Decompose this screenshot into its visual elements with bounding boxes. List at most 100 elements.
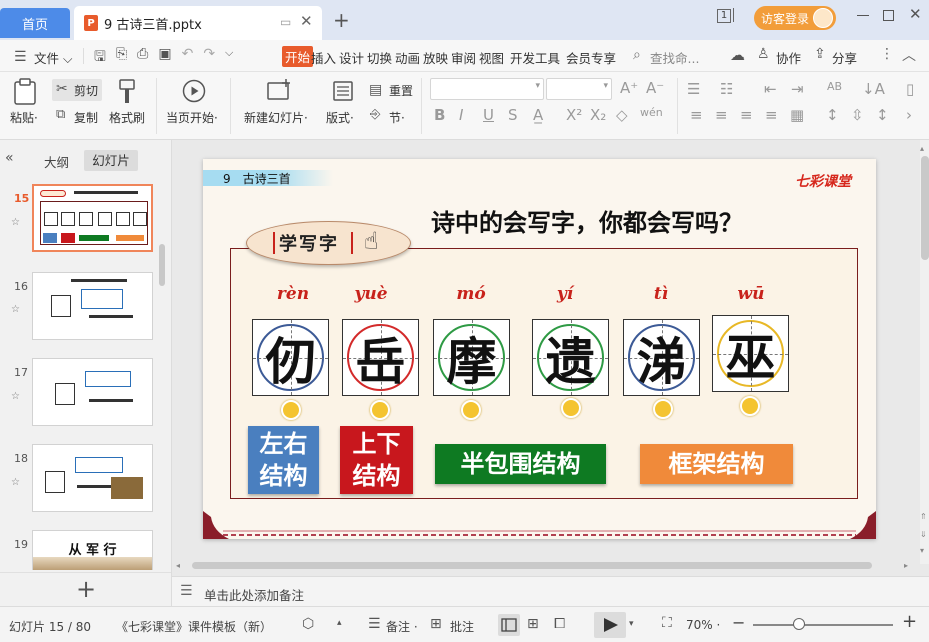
tab-home[interactable]: 首页 <box>0 8 70 38</box>
play-from-current-icon[interactable] <box>182 79 206 103</box>
menu-design[interactable]: 设计 <box>339 48 364 67</box>
customize-icon[interactable]: ⌵ <box>225 46 233 70</box>
more-icon[interactable]: ⋮ <box>880 46 894 62</box>
undo-icon[interactable]: ↶ <box>182 46 194 70</box>
panel-scrollbar[interactable] <box>159 244 165 286</box>
bullets-icon[interactable]: ☰ <box>687 80 700 98</box>
redo-icon[interactable]: ↷ <box>203 46 215 70</box>
template-name[interactable]: 《七彩课堂》课件模板（新） <box>116 618 272 635</box>
minimize-icon[interactable] <box>857 15 869 16</box>
coin-icon[interactable] <box>740 396 760 416</box>
coin-icon[interactable] <box>370 400 390 420</box>
font-color-icon[interactable]: A̲ <box>533 106 543 124</box>
numbering-icon[interactable]: ☷ <box>720 80 733 98</box>
login-button[interactable]: 访客登录 <box>754 6 836 30</box>
search-command[interactable]: 查找命... <box>650 48 699 67</box>
spacing-options-icon[interactable]: ↕ <box>876 106 889 124</box>
distribute-icon[interactable]: ▦ <box>790 106 804 124</box>
menu-file[interactable]: 文件 ⌵ <box>34 48 72 67</box>
add-slide-button[interactable]: + <box>76 575 96 603</box>
italic-icon[interactable]: I <box>459 106 463 124</box>
coin-icon[interactable] <box>561 398 581 418</box>
layout-icon[interactable] <box>332 80 354 102</box>
align-left-icon[interactable]: ≡ <box>690 106 703 124</box>
new-slide-button[interactable]: 新建幻灯片· <box>244 109 308 126</box>
sort-icon[interactable]: ↓A <box>862 80 885 98</box>
copy-button[interactable]: 复制 <box>74 109 98 126</box>
scroll-down-icon[interactable]: ▾ <box>920 546 924 555</box>
caret-up-icon[interactable]: ▴ <box>337 618 342 628</box>
reading-view-icon[interactable]: ⧠ <box>554 616 565 632</box>
paragraph-spacing-icon[interactable]: ⇳ <box>851 106 864 124</box>
notes-toggle-button[interactable]: 备注 · <box>386 618 418 635</box>
slide-thumbnail-18[interactable] <box>32 444 153 512</box>
bold-icon[interactable]: B <box>434 106 445 124</box>
comment-button[interactable]: 批注 <box>450 618 474 635</box>
search-icon[interactable]: ⌕ <box>633 47 641 63</box>
slide[interactable]: 9 古诗三首 七彩课堂 学写字 ☝ 诗中的会写字，你都会写吗？ rèn yuè … <box>203 159 876 539</box>
zoom-level[interactable]: 70% · <box>686 618 720 632</box>
collab-button[interactable]: 协作 <box>776 48 801 67</box>
collapse-ribbon-icon[interactable]: ︿ <box>902 45 916 65</box>
layout-button[interactable]: 版式· <box>326 109 354 126</box>
cloud-icon[interactable]: ☁ <box>730 46 745 64</box>
pin-window-icon[interactable]: ▭ <box>280 15 291 29</box>
play-slideshow-button[interactable] <box>594 612 626 638</box>
cut-button[interactable]: ✂ 剪切 <box>52 79 102 101</box>
coin-icon[interactable] <box>281 400 301 420</box>
decrease-font-icon[interactable]: A⁻ <box>646 79 664 97</box>
menu-insert[interactable]: 插入 <box>311 48 336 67</box>
font-size-select[interactable]: ▾ <box>546 78 612 100</box>
sorter-view-icon[interactable]: ⊞ <box>527 616 539 632</box>
slide-thumbnail-17[interactable] <box>32 358 153 426</box>
collapse-panel-icon[interactable]: « <box>5 150 14 166</box>
format-painter-button[interactable]: 格式刷 <box>109 109 145 126</box>
slide-thumbnail-15[interactable] <box>32 184 153 252</box>
line-spacing-icon[interactable]: ↕ <box>826 106 839 124</box>
align-center-icon[interactable]: ≡ <box>715 106 728 124</box>
zoom-in-icon[interactable]: + <box>902 611 917 632</box>
play-options-icon[interactable]: ▾ <box>629 619 634 629</box>
underline-icon[interactable]: U <box>483 106 494 124</box>
menu-animation[interactable]: 动画 <box>395 48 420 67</box>
strikethrough-icon[interactable]: S <box>508 106 518 124</box>
share-button[interactable]: 分享 <box>832 48 857 67</box>
increase-indent-icon[interactable]: ⇥ <box>791 80 804 98</box>
new-tab-icon[interactable]: + <box>333 8 350 32</box>
slide-thumbnail-19[interactable]: 从 军 行 <box>32 530 153 570</box>
hscrollbar-thumb[interactable] <box>192 562 872 569</box>
close-tab-icon[interactable]: ✕ <box>300 12 313 30</box>
save-icon[interactable]: 🖫 <box>94 46 106 70</box>
increase-font-icon[interactable]: A⁺ <box>620 79 638 97</box>
reset-button[interactable]: 重置 <box>389 82 413 99</box>
notes-placeholder[interactable]: 单击此处添加备注 <box>204 585 304 604</box>
zoom-slider[interactable] <box>753 624 893 626</box>
text-direction-icon[interactable]: AB <box>827 80 842 93</box>
notes-bar[interactable]: ☰ 单击此处添加备注 <box>172 576 929 606</box>
menu-review[interactable]: 审阅 <box>451 48 476 67</box>
more-text-icon[interactable]: ▯ <box>906 80 914 98</box>
maximize-icon[interactable] <box>883 10 894 21</box>
fit-window-icon[interactable]: ⛶ <box>662 615 672 631</box>
coin-icon[interactable] <box>461 400 481 420</box>
coin-icon[interactable] <box>653 399 673 419</box>
close-window-icon[interactable]: ✕ <box>909 5 922 23</box>
pinyin-guide-icon[interactable]: wén <box>640 106 663 119</box>
decrease-indent-icon[interactable]: ⇤ <box>764 80 777 98</box>
tab-outline[interactable]: 大纲 <box>44 152 69 171</box>
clear-format-icon[interactable]: ◇ <box>616 106 628 124</box>
menu-slideshow[interactable]: 放映 <box>423 48 448 67</box>
package-icon[interactable]: ⬡ <box>302 616 314 632</box>
menu-start[interactable]: 开始 <box>282 46 314 67</box>
tab-document[interactable]: P 9 古诗三首.pptx ▭ ✕ <box>74 6 322 40</box>
scroll-right-icon[interactable]: ▸ <box>904 561 908 570</box>
scrollbar-thumb[interactable] <box>921 156 929 260</box>
vertical-scrollbar[interactable]: ▴ ⇑ ⇓ ▾ <box>920 140 929 564</box>
subscript-icon[interactable]: X₂ <box>590 106 606 124</box>
hamburger-icon[interactable]: ☰ <box>14 49 27 65</box>
slide-thumbnail-16[interactable] <box>32 272 153 340</box>
menu-view[interactable]: 视图 <box>479 48 504 67</box>
paste-button[interactable]: 粘贴· <box>10 109 38 126</box>
preview-icon[interactable]: ▣ <box>158 46 171 70</box>
format-painter-icon[interactable] <box>116 78 138 106</box>
